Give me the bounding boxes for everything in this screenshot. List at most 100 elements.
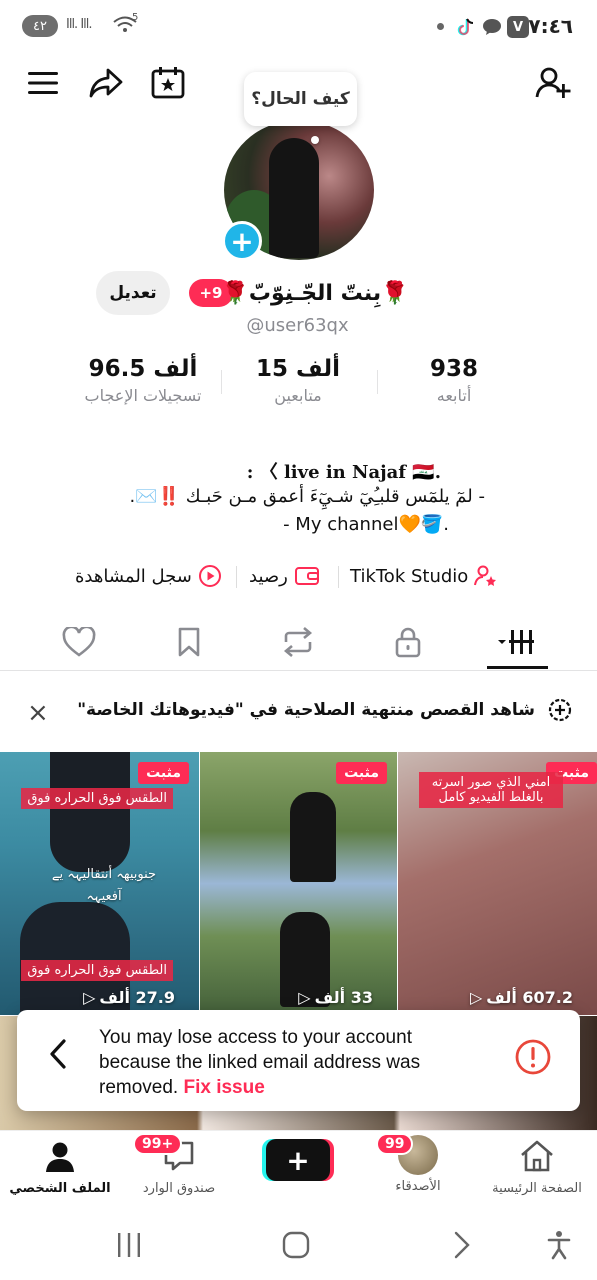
stat-likes-value: 96.5 ألف — [88, 356, 198, 382]
note-bubble[interactable]: كيف الحال؟ — [244, 72, 357, 126]
balance-label: رصيد — [249, 565, 288, 587]
nav-friends-label: الأصدقاء — [395, 1179, 441, 1194]
repost-icon — [283, 627, 313, 657]
nav-home[interactable]: الصفحة الرئيسية — [477, 1139, 597, 1196]
tab-private[interactable] — [378, 617, 438, 667]
tab-reposts[interactable] — [268, 617, 328, 667]
figure-shape — [290, 792, 336, 882]
play-icon: ▷ — [298, 988, 311, 1007]
warning-icon — [514, 1038, 552, 1080]
watch-history-label: سجل المشاهدة — [75, 565, 192, 587]
email-warning-toast: You may lose access to your account beca… — [17, 1010, 580, 1111]
nav-inbox[interactable]: صندوق الوارد 99+ — [119, 1133, 239, 1196]
fix-issue-link[interactable]: Fix issue — [183, 1077, 264, 1098]
system-navigation — [0, 1212, 597, 1280]
video-caption: جنوبيهہ أنتقاليہہ يے آفعيہہ — [51, 867, 157, 904]
notification-dot-icon — [437, 23, 444, 30]
heart-icon — [62, 627, 96, 657]
note-bubble-tail — [311, 136, 319, 144]
recents-icon — [118, 1233, 140, 1257]
video-caption: الطقس فوق الحراره فوق — [21, 788, 173, 809]
username: @user63qx — [246, 315, 349, 336]
expired-stories-banner[interactable]: × شاهد القصص منتهية الصلاحية في "فيديوها… — [0, 690, 597, 732]
balance-link[interactable]: رصيد — [249, 560, 320, 592]
video-thumbnail[interactable]: مثبت الطقس فوق الحراره فوق جنوبيهہ أنتقا… — [0, 752, 199, 1015]
bottom-navigation: الصفحة الرئيسية الأصدقاء 99 + صندوق الوا… — [0, 1130, 597, 1210]
tab-active-indicator — [487, 666, 548, 669]
battery-indicator: ٤٢ — [22, 15, 58, 37]
user-star-icon — [474, 565, 497, 586]
video-caption: امني الذي صور اسرته بالغلط الفيديو كامل — [419, 772, 563, 808]
video-caption: الطقس فوق الحراره فوق — [21, 960, 173, 981]
back-button[interactable] — [452, 1230, 472, 1264]
stat-followers[interactable]: 15 ألف متابعين — [223, 356, 373, 405]
v-app-icon: V — [507, 16, 529, 38]
add-user-icon — [535, 67, 571, 98]
stat-following-value: 938 — [429, 356, 478, 382]
share-profile-button[interactable] — [83, 60, 129, 106]
video-thumbnail[interactable]: مثبت امني الذي صور اسرته بالغلط الفيديو … — [398, 752, 597, 1015]
avatar-photo-figure — [269, 138, 319, 258]
watch-history-link[interactable]: سجل المشاهدة — [75, 560, 222, 592]
tab-liked[interactable] — [49, 617, 109, 667]
toast-message: You may lose access to your account beca… — [99, 1025, 479, 1100]
calendar-button[interactable] — [145, 60, 191, 106]
bio-line-2: - لمٓ يلمٓس قلبـُِيٓ شـيِٓءَ أعمق مـن حَ… — [129, 486, 485, 507]
tabs-divider — [0, 670, 597, 671]
tab-videos[interactable] — [488, 617, 548, 667]
add-friend-button[interactable] — [530, 60, 576, 106]
grid-videos-icon — [498, 630, 534, 654]
stat-likes[interactable]: 96.5 ألف تسجيلات الإعجاب — [68, 356, 218, 405]
view-count: 27.9 ألف ▷ — [83, 988, 175, 1007]
tab-favorites[interactable] — [159, 617, 219, 667]
wallet-icon — [294, 567, 319, 585]
view-count: 607.2 ألف ▷ — [470, 988, 573, 1007]
message-notif-icon — [481, 16, 503, 38]
lock-icon — [395, 627, 421, 658]
video-thumbnail[interactable]: مثبت 33 ألف ▷ — [200, 752, 397, 1015]
add-story-plus-icon[interactable]: + — [222, 221, 262, 261]
menu-button[interactable] — [20, 60, 66, 106]
close-banner-button[interactable]: × — [27, 698, 49, 728]
calendar-star-icon — [151, 67, 185, 99]
story-add-icon — [548, 698, 572, 727]
chevron-left-icon — [50, 1039, 66, 1069]
nav-profile[interactable]: الملف الشخصي — [0, 1139, 120, 1196]
bio-line-1: : 〈 live in Najaf 🇮🇶. — [246, 462, 441, 483]
play-icon: ▷ — [469, 988, 483, 1007]
stat-separator — [221, 370, 222, 394]
profile-icon — [46, 1142, 74, 1172]
pinned-badge: مثبت — [336, 762, 387, 784]
bio-line-3: - My channel🧡🪣. — [283, 514, 449, 535]
display-name: 🌹بِنتّ الجّـنِوّبّ🌹 — [221, 280, 409, 306]
signal-icon: Ill. Ill. — [66, 17, 92, 32]
edit-profile-button[interactable]: تعديل — [96, 271, 170, 315]
accessibility-icon — [547, 1231, 571, 1260]
banner-text: شاهد القصص منتهية الصلاحية في "فيديوهاتك… — [77, 700, 535, 720]
share-arrow-icon — [89, 68, 123, 98]
stat-following[interactable]: 938 أتابعه — [379, 356, 529, 405]
stat-followers-value: 15 ألف — [256, 356, 340, 382]
back-chevron-button[interactable] — [47, 1038, 69, 1074]
rounded-square-icon — [282, 1231, 310, 1259]
view-count-value: 27.9 ألف — [99, 988, 175, 1007]
recents-button[interactable] — [116, 1232, 142, 1262]
view-count-value: 33 ألف — [314, 988, 373, 1007]
view-count: 33 ألف ▷ — [298, 988, 373, 1007]
chevron-right-icon — [454, 1231, 470, 1259]
accessibility-button[interactable] — [546, 1230, 572, 1264]
inbox-badge: 99+ — [133, 1133, 183, 1155]
create-button[interactable]: + — [266, 1139, 330, 1181]
play-icon: ▷ — [83, 988, 96, 1007]
bookmark-icon — [178, 627, 200, 657]
tiktok-studio-link[interactable]: TikTok Studio — [350, 560, 498, 592]
home-system-button[interactable] — [282, 1231, 310, 1263]
stat-following-label: أتابعه — [436, 386, 472, 405]
view-count-value: 607.2 ألف — [486, 988, 573, 1007]
home-icon — [521, 1140, 553, 1172]
nav-friends[interactable]: الأصدقاء 99 — [358, 1133, 478, 1194]
tiktok-notif-icon — [455, 16, 477, 38]
tiktok-studio-label: TikTok Studio — [350, 565, 469, 587]
clock: ٧:٤٦ — [528, 14, 573, 38]
stat-separator — [377, 370, 378, 394]
